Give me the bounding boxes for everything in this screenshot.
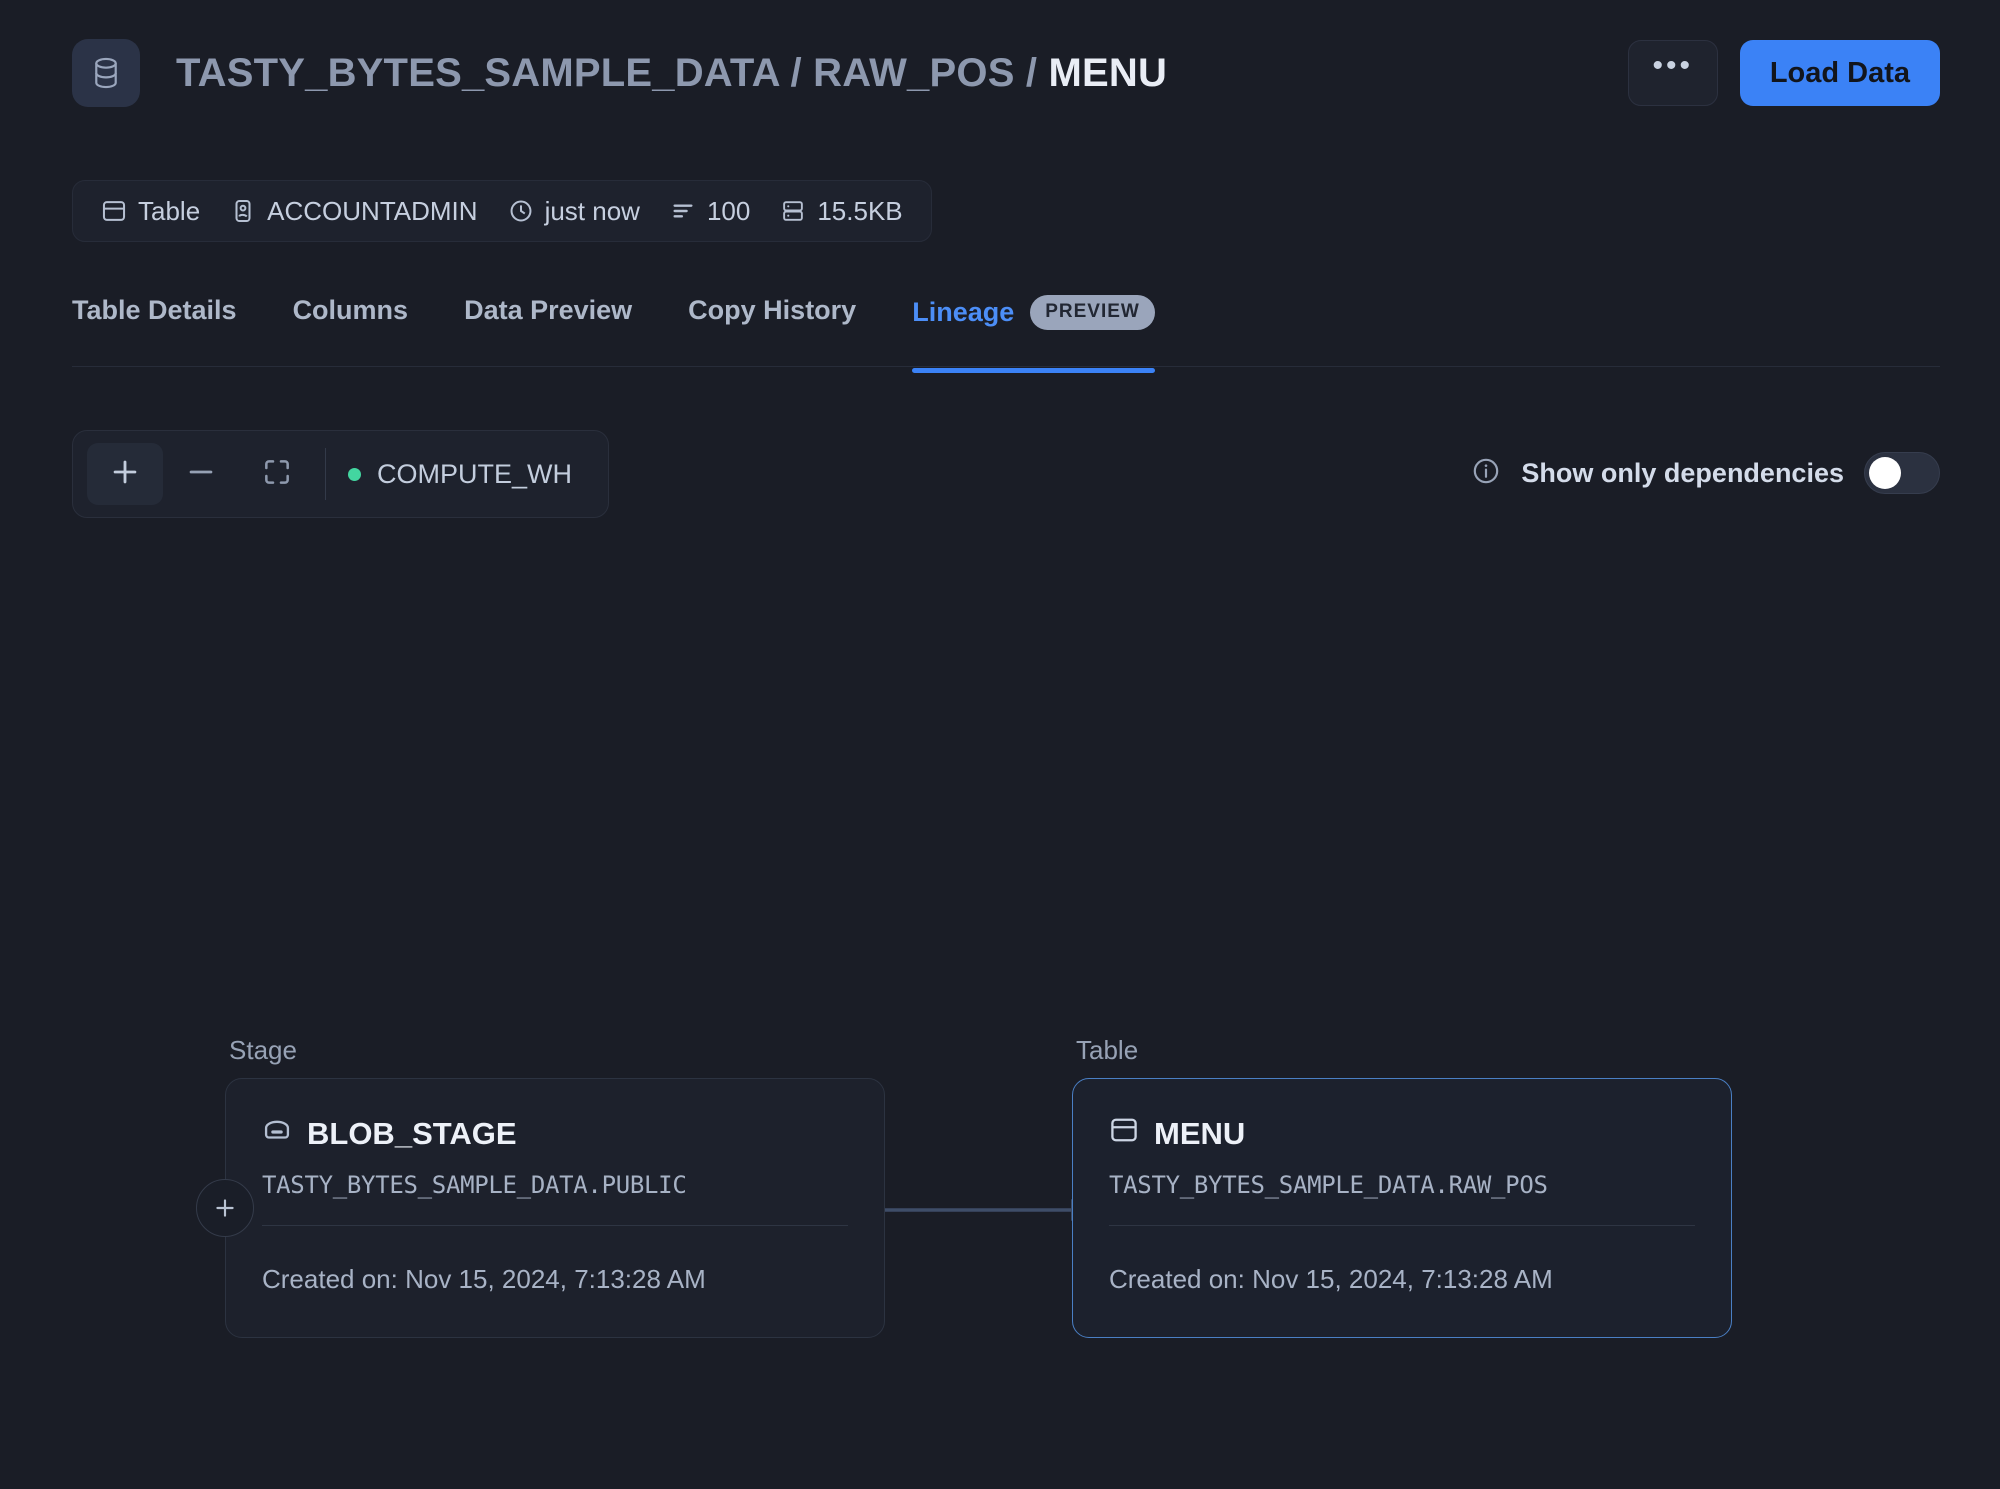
warehouse-selector[interactable]: COMPUTE_WH [348,459,594,490]
meta-size-label: 15.5KB [817,195,903,226]
storage-icon [780,198,806,224]
tab-columns-label: Columns [292,295,409,325]
node-name-label: BLOB_STAGE [307,1116,517,1151]
table-icon [101,198,127,224]
breadcrumb-prefix[interactable]: TASTY_BYTES_SAMPLE_DATA / RAW_POS / [176,51,1049,95]
show-only-dependencies-toggle[interactable] [1864,452,1940,494]
meta-row-count-label: 100 [706,195,751,226]
meta-updated: just now [508,196,640,227]
clock-icon [508,198,534,224]
node-card-blob-stage[interactable]: BLOB_STAGE TASTY_BYTES_SAMPLE_DATA.PUBLI… [196,1078,885,1338]
node-name-label: MENU [1154,1116,1246,1151]
show-only-dependencies-control: Show only dependencies [1471,452,1940,494]
toolbar-divider [325,448,326,500]
graph-toolbar: COMPUTE_WH [72,430,609,518]
page-header: TASTY_BYTES_SAMPLE_DATA / RAW_POS / MENU… [72,36,1940,110]
tab-table-details[interactable]: Table Details [72,295,237,368]
stage-icon [262,1115,292,1153]
meta-object-type: Table [101,196,200,227]
user-card-icon [230,198,256,224]
node-path-label: TASTY_BYTES_SAMPLE_DATA.PUBLIC [262,1171,848,1226]
tab-lineage[interactable]: Lineage PREVIEW [912,295,1155,373]
lineage-edge [885,1199,1091,1221]
node-kind-label: Stage [229,1035,297,1065]
tab-columns[interactable]: Columns [293,295,409,368]
table-icon [1109,1115,1139,1153]
meta-row-count: 100 [670,196,750,227]
fit-view-button[interactable] [239,443,315,505]
more-options-button[interactable]: ••• [1627,40,1718,106]
minus-icon [184,455,218,494]
toggle-knob [1869,457,1901,489]
tab-data-preview-label: Data Preview [464,295,633,325]
meta-updated-label: just now [544,195,640,226]
tab-lineage-label: Lineage [912,297,1015,327]
meta-object-type-label: Table [138,195,201,226]
warehouse-status-dot [348,467,361,481]
meta-owner-label: ACCOUNTADMIN [267,195,478,226]
expand-upstream-button[interactable] [196,1179,254,1237]
breadcrumb-leaf: MENU [1048,50,1168,95]
node-title: MENU [1109,1115,1695,1153]
lineage-page: TASTY_BYTES_SAMPLE_DATA / RAW_POS / MENU… [0,0,2000,1489]
node-title: BLOB_STAGE [262,1115,848,1153]
database-icon [72,39,140,107]
meta-owner: ACCOUNTADMIN [230,195,478,227]
node-created-label: Created on: Nov 15, 2024, 7:13:28 AM [1109,1264,1553,1294]
metadata-bar: Table ACCOUNTADMIN just now 100 15.5KB [72,180,932,242]
tab-bar: Table Details Columns Data Preview Copy … [72,295,1940,373]
lineage-canvas[interactable]: Stage BLOB_STAGE TASTY_BYTES_SAMPLE_DATA… [0,560,2000,1489]
load-data-button[interactable]: Load Data [1739,40,1940,106]
node-card-menu[interactable]: MENU TASTY_BYTES_SAMPLE_DATA.RAW_POS Cre… [1072,1078,1732,1338]
rows-icon [670,198,696,224]
node-path-label: TASTY_BYTES_SAMPLE_DATA.RAW_POS [1109,1171,1695,1226]
plus-icon [108,455,142,494]
zoom-out-button[interactable] [163,443,239,505]
meta-size: 15.5KB [780,195,903,227]
tab-table-details-label: Table Details [72,295,237,325]
lineage-node-stage: Stage BLOB_STAGE TASTY_BYTES_SAMPLE_DATA… [196,1035,885,1338]
header-actions: ••• Load Data [1627,40,1940,106]
zoom-in-button[interactable] [87,443,163,505]
fit-view-icon [261,456,293,493]
show-only-dependencies-label: Show only dependencies [1521,457,1844,488]
tab-copy-history-label: Copy History [688,295,857,325]
warehouse-name-label: COMPUTE_WH [377,458,572,489]
node-created-label: Created on: Nov 15, 2024, 7:13:28 AM [262,1264,706,1294]
tab-data-preview[interactable]: Data Preview [464,295,632,368]
node-kind-label: Table [1076,1035,1139,1065]
tab-copy-history[interactable]: Copy History [688,295,856,368]
lineage-node-table: Table MENU TASTY_BYTES_SAMPLE_DATA.RAW_P… [1072,1035,1732,1338]
preview-badge: PREVIEW [1030,295,1155,330]
page-title: TASTY_BYTES_SAMPLE_DATA / RAW_POS / MENU [176,51,1167,96]
info-icon[interactable] [1471,456,1501,491]
